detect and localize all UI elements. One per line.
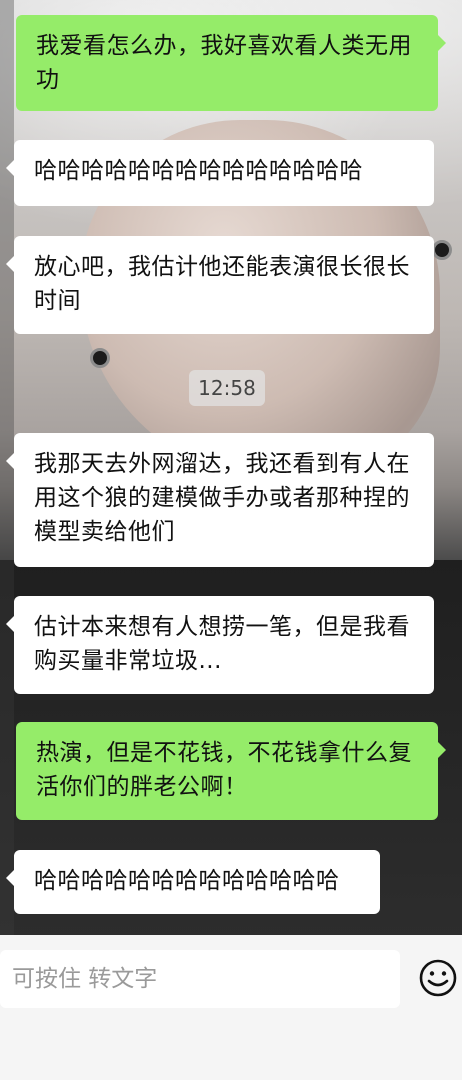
bubble-tail [438,742,446,758]
message-text: 估计本来想有人想捞一笔，但是我看购买量非常垃圾... [34,614,410,674]
message-bubble-outgoing[interactable]: 热演，但是不花钱，不花钱拿什么复活你们的胖老公啊！ [16,722,446,820]
bubble-tail [6,453,14,469]
message-bubble-incoming[interactable]: 我那天去外网溜达，我还看到有人在用这个狼的建模做手办或者那种捏的模型卖给他们 [6,433,434,567]
message-text: 我那天去外网溜达，我还看到有人在用这个狼的建模做手办或者那种捏的模型卖给他们 [34,451,410,545]
message-text: 哈哈哈哈哈哈哈哈哈哈哈哈哈哈 [34,158,363,184]
bubble-tail [6,256,14,272]
bubble-tail [6,616,14,632]
message-bubble-incoming[interactable]: 估计本来想有人想捞一笔，但是我看购买量非常垃圾... [6,596,434,694]
message-text: 我爱看怎么办，我好喜欢看人类无用功 [36,33,412,93]
bubble-tail [6,160,14,176]
bubble-tail [438,35,446,51]
earring-left [90,348,110,368]
message-bubble-incoming[interactable]: 放心吧，我估计他还能表演很长很长时间 [6,236,434,334]
message-bubble-outgoing[interactable]: 我爱看怎么办，我好喜欢看人类无用功 [16,15,446,111]
bubble-tail [6,870,14,886]
message-bubble-incoming[interactable]: 哈哈哈哈哈哈哈哈哈哈哈哈哈 [6,850,380,914]
message-text: 热演，但是不花钱，不花钱拿什么复活你们的胖老公啊！ [36,740,412,800]
earring-right [432,240,452,260]
message-bubble-incoming[interactable]: 哈哈哈哈哈哈哈哈哈哈哈哈哈哈 [6,140,434,206]
timestamp-chip: 12:58 [189,370,265,406]
emoji-face-icon[interactable] [418,958,458,998]
message-text: 哈哈哈哈哈哈哈哈哈哈哈哈哈 [34,868,340,894]
message-text: 放心吧，我估计他还能表演很长很长时间 [34,254,410,314]
hold-to-talk-input[interactable]: 可按住 转文字 [0,950,400,1008]
